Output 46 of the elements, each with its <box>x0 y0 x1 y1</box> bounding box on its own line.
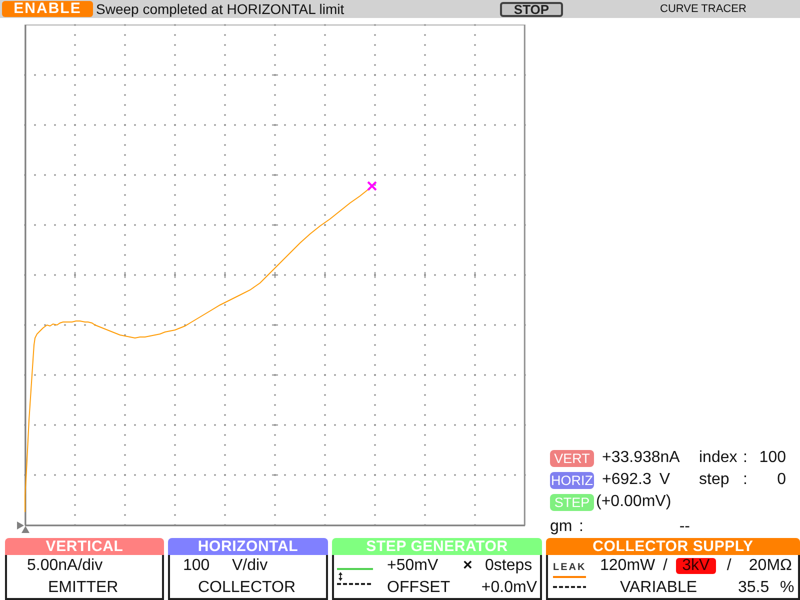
readout-value: +33.938nA <box>602 449 680 467</box>
power-limit: 120mW <box>600 557 656 575</box>
channel-badge: VERT <box>550 450 594 466</box>
panel-header: COLLECTOR SUPPLY <box>546 538 800 555</box>
readout-unit: V <box>659 471 670 489</box>
scale-value: 100 <box>183 557 211 575</box>
voltage-limit: 3kV <box>676 558 716 574</box>
leak-label: LEAK <box>553 558 586 578</box>
multiply-sign: × <box>463 557 474 575</box>
stop-button[interactable]: STOP <box>500 2 563 16</box>
parameter-value: -- <box>678 518 690 536</box>
channel-badge: STEP <box>550 494 594 510</box>
cross-marker-icon <box>367 181 377 191</box>
value-separator: / <box>726 557 732 575</box>
panel-header: HORIZONTAL <box>168 538 328 555</box>
readout-separator: : <box>743 471 748 489</box>
value-separator: / <box>662 557 668 575</box>
scale-value: 5.00nA/div <box>27 557 103 575</box>
supply-percent: 35.5 <box>738 578 770 596</box>
enable-indicator: ENABLE <box>2 1 93 17</box>
readout-reading: 100 <box>758 449 786 467</box>
readout-label: index <box>699 449 738 467</box>
parameter-name: gm <box>550 518 574 536</box>
panel-header: VERTICAL <box>5 538 164 555</box>
channel-badge: HORIZ <box>550 472 594 488</box>
offset-label: OFFSET <box>387 578 452 596</box>
readout-reading: 0 <box>776 471 786 489</box>
series-resistance: 20MΩ <box>748 557 792 575</box>
step-count: 0steps <box>485 557 532 575</box>
app-title: CURVE TRACER <box>660 3 746 15</box>
offset-value: +0.0mV <box>481 578 537 596</box>
dashed-line-icon <box>553 586 586 588</box>
readout-value: (+0.00mV) <box>596 493 672 511</box>
supply-mode: VARIABLE <box>619 578 698 596</box>
scale-unit: V/div <box>232 557 268 575</box>
source-value: EMITTER <box>48 578 118 596</box>
percent-unit: % <box>780 578 794 596</box>
step-amplitude: +50mV <box>387 557 440 575</box>
readout-separator: : <box>743 449 748 467</box>
readout-value: +692.3 <box>602 471 652 489</box>
panel-header: STEP GENERATOR <box>332 538 542 555</box>
readout-separator: : <box>579 518 584 536</box>
source-value: COLLECTOR <box>198 578 296 596</box>
status-message: Sweep completed at HORIZONTAL limit <box>96 1 346 17</box>
readout-label: step <box>699 471 730 489</box>
step-offset-icon <box>337 568 373 586</box>
